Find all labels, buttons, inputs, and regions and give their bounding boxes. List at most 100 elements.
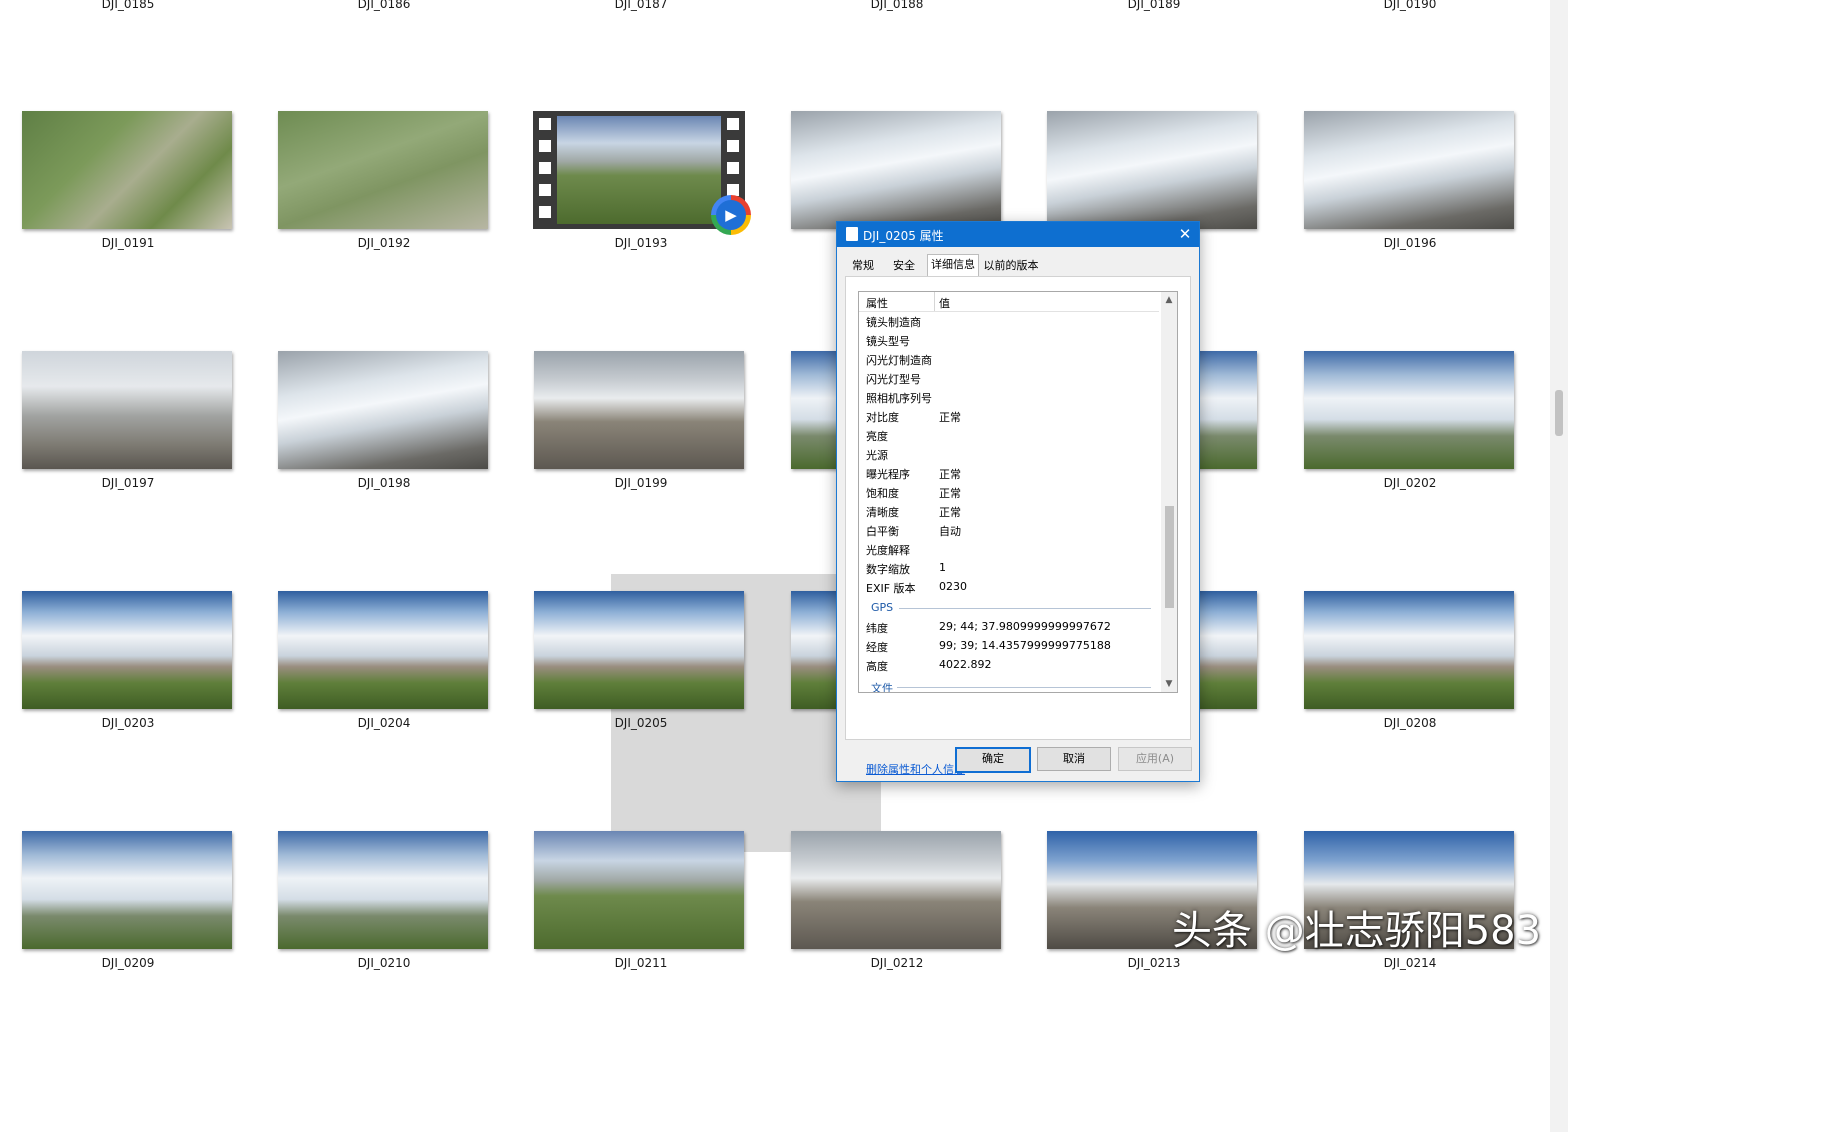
file-label[interactable]: DJI_0208 xyxy=(1260,716,1560,730)
property-name: 光源 xyxy=(866,449,888,462)
close-icon[interactable]: ✕ xyxy=(1171,222,1199,247)
tab-details[interactable]: 详细信息 xyxy=(927,254,979,276)
file-label[interactable]: DJI_0199 xyxy=(491,476,791,490)
property-row[interactable]: 照相机序列号 xyxy=(859,387,1159,406)
property-list[interactable]: 属性 值 镜头制造商 镜头型号 闪光灯制造商 闪光灯型号 照相机序列号 对比度正… xyxy=(858,291,1178,693)
photo-thumbnail[interactable] xyxy=(278,591,488,709)
list-scrollbar-thumb[interactable] xyxy=(1165,506,1174,608)
file-label[interactable]: DJI_0196 xyxy=(1260,236,1560,250)
property-row[interactable]: 数字缩放 1 xyxy=(859,558,1159,577)
photo-thumbnail[interactable] xyxy=(22,831,232,949)
property-name: 饱和度 xyxy=(866,487,899,500)
page-scrollbar[interactable] xyxy=(1550,0,1568,1132)
photo-thumbnail[interactable] xyxy=(22,591,232,709)
property-name: 闪光灯制造商 xyxy=(866,354,932,367)
photo-thumbnail[interactable] xyxy=(1304,591,1514,709)
property-value: 29; 44; 37.9809999999997672 xyxy=(939,620,1111,633)
property-name: 清晰度 xyxy=(866,506,899,519)
photo-thumbnail[interactable] xyxy=(278,351,488,469)
property-name: 镜头制造商 xyxy=(866,316,921,329)
file-label[interactable]: DJI_0214 xyxy=(1260,956,1560,970)
photo-thumbnail-selected[interactable] xyxy=(534,591,744,709)
film-sprocket xyxy=(539,118,551,130)
photo-thumbnail[interactable] xyxy=(791,111,1001,229)
property-row[interactable]: 镜头型号 xyxy=(859,330,1159,349)
property-name: 对比度 xyxy=(866,411,899,424)
property-row[interactable]: 纬度 29; 44; 37.9809999999997672 xyxy=(859,617,1159,636)
details-panel: 属性 值 镜头制造商 镜头型号 闪光灯制造商 闪光灯型号 照相机序列号 对比度正… xyxy=(845,276,1191,776)
property-row[interactable]: 对比度 正常 xyxy=(859,406,1159,425)
photo-thumbnail[interactable] xyxy=(278,111,488,229)
photo-thumbnail[interactable] xyxy=(1304,111,1514,229)
file-label[interactable]: DJI_0187 xyxy=(491,0,791,11)
remove-properties-link[interactable]: 删除属性和个人信息 xyxy=(866,761,965,777)
property-row[interactable]: 白平衡 自动 xyxy=(859,520,1159,539)
tab-previous-versions[interactable]: 以前的版本 xyxy=(981,256,1041,275)
property-name: 光度解释 xyxy=(866,544,910,557)
properties-dialog: DJI_0205 属性 ✕ 常规 安全 详细信息 以前的版本 属性 值 镜头制造… xyxy=(836,221,1200,782)
film-sprocket xyxy=(539,184,551,196)
column-header-value[interactable]: 值 xyxy=(939,295,950,311)
scroll-up-icon[interactable]: ▲ xyxy=(1161,292,1177,308)
file-label[interactable]: DJI_0186 xyxy=(234,0,534,11)
dialog-titlebar[interactable]: DJI_0205 属性 ✕ xyxy=(837,222,1199,247)
file-label[interactable]: DJI_0198 xyxy=(234,476,534,490)
tab-security[interactable]: 安全 xyxy=(885,256,923,275)
scroll-down-icon[interactable]: ▼ xyxy=(1161,676,1177,692)
file-label[interactable]: DJI_0192 xyxy=(234,236,534,250)
property-name: 白平衡 xyxy=(866,525,899,538)
photo-thumbnail[interactable] xyxy=(278,831,488,949)
file-icon xyxy=(846,227,858,241)
list-scrollbar[interactable]: ▲ ▼ xyxy=(1161,292,1177,692)
ok-button[interactable]: 确定 xyxy=(955,747,1031,773)
file-label[interactable]: DJI_0202 xyxy=(1260,476,1560,490)
file-label-selected[interactable]: DJI_0205 xyxy=(491,716,791,730)
photo-thumbnail[interactable] xyxy=(1304,351,1514,469)
photo-thumbnail[interactable] xyxy=(22,111,232,229)
property-row[interactable]: 光度解释 xyxy=(859,539,1159,558)
cancel-button[interactable]: 取消 xyxy=(1037,747,1111,771)
file-label[interactable]: DJI_0190 xyxy=(1260,0,1560,11)
photo-thumbnail[interactable] xyxy=(534,351,744,469)
tab-general[interactable]: 常规 xyxy=(845,256,881,275)
file-label[interactable]: DJI_0210 xyxy=(234,956,534,970)
property-value: 正常 xyxy=(939,411,961,424)
property-row[interactable]: 闪光灯制造商 xyxy=(859,349,1159,368)
file-label[interactable]: DJI_0212 xyxy=(747,956,1047,970)
property-row[interactable]: 经度 99; 39; 14.4357999999775188 xyxy=(859,636,1159,655)
property-value: 99; 39; 14.4357999999775188 xyxy=(939,639,1111,652)
property-name: 数字缩放 xyxy=(866,563,910,576)
property-row[interactable]: 光源 xyxy=(859,444,1159,463)
property-row[interactable]: 镜头制造商 xyxy=(859,311,1159,330)
page-scrollbar-thumb[interactable] xyxy=(1555,390,1563,436)
photo-thumbnail[interactable] xyxy=(1047,111,1257,229)
photo-thumbnail[interactable] xyxy=(534,831,744,949)
file-label[interactable]: DJI_0204 xyxy=(234,716,534,730)
film-sprocket xyxy=(727,140,739,152)
film-sprocket xyxy=(539,206,551,218)
photo-thumbnail[interactable] xyxy=(791,831,1001,949)
property-value: 正常 xyxy=(939,468,961,481)
property-row[interactable]: 亮度 xyxy=(859,425,1159,444)
file-label[interactable]: DJI_0189 xyxy=(1004,0,1304,11)
file-label[interactable]: DJI_0193 xyxy=(491,236,791,250)
property-row[interactable]: 清晰度 正常 xyxy=(859,501,1159,520)
column-header-property[interactable]: 属性 xyxy=(866,295,888,311)
apply-button[interactable]: 应用(A) xyxy=(1118,747,1192,771)
group-divider xyxy=(897,687,1151,688)
property-name: 亮度 xyxy=(866,430,888,443)
property-row[interactable]: 闪光灯型号 xyxy=(859,368,1159,387)
film-sprocket xyxy=(539,140,551,152)
property-value: 0230 xyxy=(939,580,967,593)
file-label[interactable]: DJI_0211 xyxy=(491,956,791,970)
property-value: 4022.892 xyxy=(939,658,992,671)
photo-thumbnail[interactable] xyxy=(22,351,232,469)
column-divider[interactable] xyxy=(934,292,935,311)
file-label[interactable]: DJI_0213 xyxy=(1004,956,1304,970)
property-row[interactable]: EXIF 版本 0230 xyxy=(859,577,1159,596)
file-label[interactable]: DJI_0188 xyxy=(747,0,1047,11)
property-row[interactable]: 饱和度 正常 xyxy=(859,482,1159,501)
property-row[interactable]: 高度 4022.892 xyxy=(859,655,1159,674)
property-name: 经度 xyxy=(866,641,888,654)
property-row[interactable]: 曝光程序 正常 xyxy=(859,463,1159,482)
